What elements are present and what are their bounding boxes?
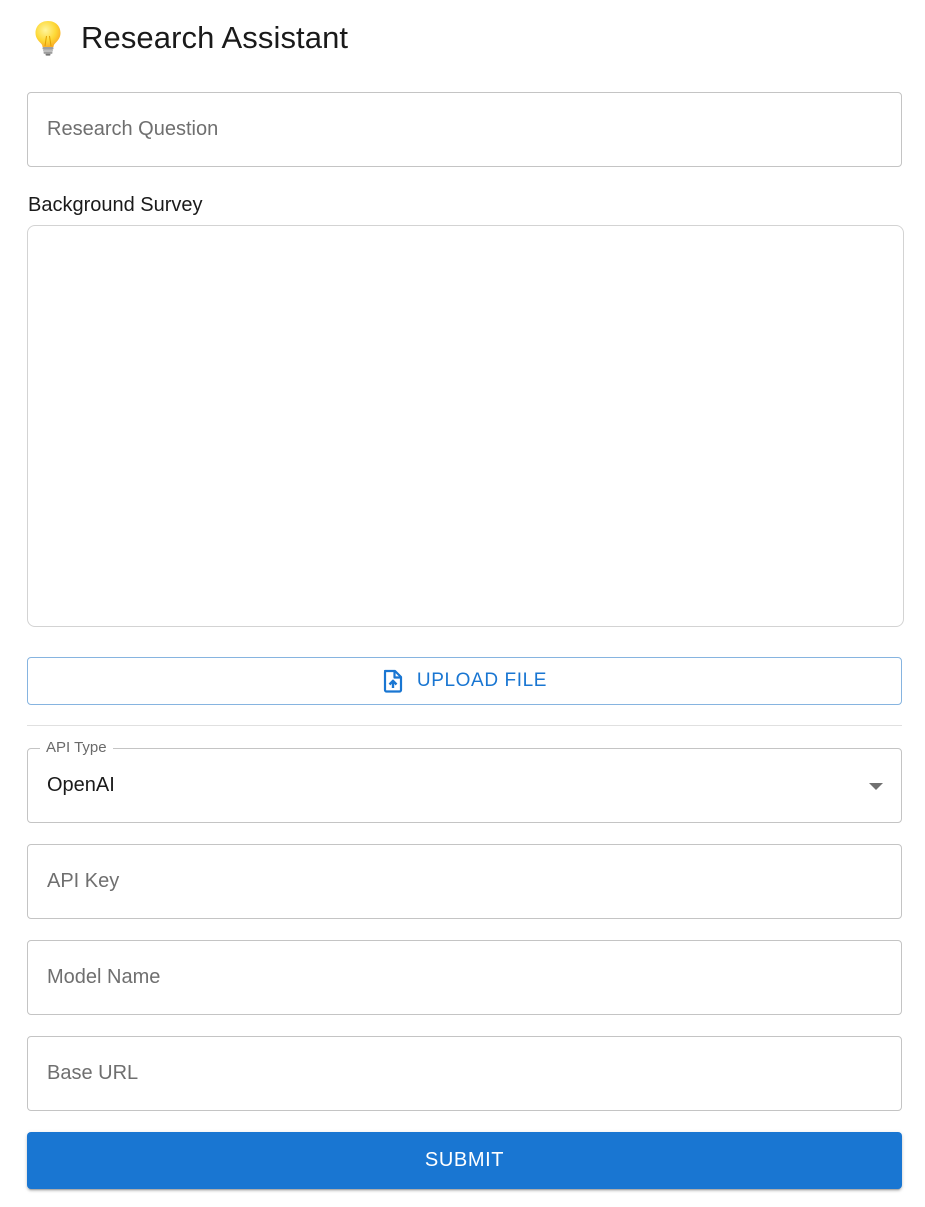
api-type-value: OpenAI xyxy=(47,774,115,796)
api-key-field xyxy=(27,844,902,919)
research-question-field xyxy=(27,92,902,167)
base-url-input[interactable] xyxy=(28,1037,901,1110)
base-url-field xyxy=(27,1036,902,1111)
page-title: Research Assistant xyxy=(81,20,349,55)
submit-label: SUBMIT xyxy=(424,1149,505,1171)
model-name-input[interactable] xyxy=(28,941,901,1014)
background-survey-box xyxy=(27,225,904,627)
research-question-input[interactable] xyxy=(28,93,901,166)
upload-file-label: UPLOAD FILE xyxy=(416,670,548,691)
model-name-field xyxy=(27,940,902,1015)
divider xyxy=(27,725,902,726)
background-survey-textarea[interactable] xyxy=(28,226,903,626)
background-survey-label: Background Survey xyxy=(28,194,203,216)
chevron-down-icon[interactable] xyxy=(869,783,883,790)
lightbulb-icon xyxy=(33,20,81,56)
api-key-input[interactable] xyxy=(28,845,901,918)
api-type-select[interactable]: API Type OpenAI xyxy=(27,739,902,823)
submit-button[interactable]: SUBMIT xyxy=(27,1132,902,1189)
file-upload-icon xyxy=(382,669,417,693)
upload-file-button[interactable]: UPLOAD FILE xyxy=(27,657,902,705)
api-type-label: API Type xyxy=(40,739,113,756)
app-header: Research Assistant xyxy=(33,18,348,58)
